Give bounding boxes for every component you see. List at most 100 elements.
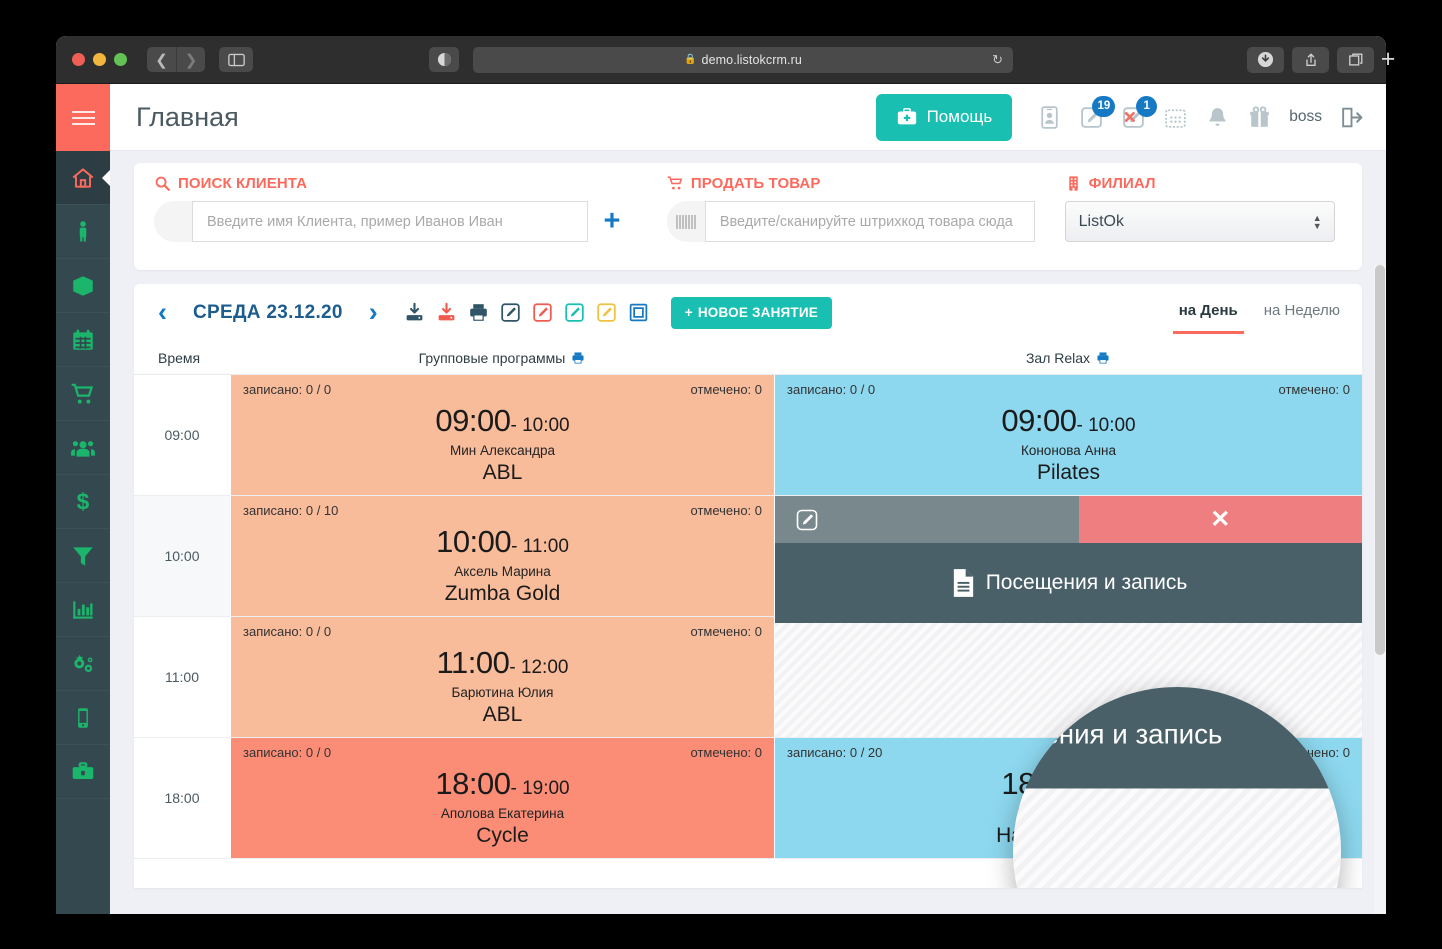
event-start: 11:00 [436, 645, 510, 680]
sidebar-item-goods[interactable] [56, 259, 110, 313]
event-end: 10:00 [522, 415, 570, 436]
tab-week[interactable]: на Неделю [1264, 302, 1340, 334]
visits-and-booking-label: Посещения и запись [985, 571, 1188, 594]
sidebar-item-funnel[interactable] [56, 529, 110, 583]
prev-day-button[interactable]: ‹ [158, 299, 167, 326]
gift-icon[interactable] [1247, 105, 1272, 130]
column-header-time: Время [158, 350, 230, 366]
sidebar-item-finance[interactable]: $ [56, 475, 110, 529]
branch-select[interactable]: ListOk ▲ ▼ [1064, 201, 1335, 242]
visits-and-booking-button[interactable]: Посещения и запись [775, 543, 1362, 623]
sidebar-item-reports[interactable] [56, 583, 110, 637]
new-lesson-label: НОВОЕ ЗАНЯТИЕ [697, 305, 818, 320]
tab-day[interactable]: на День [1172, 302, 1244, 334]
document-icon [953, 569, 973, 597]
edit-dark-glyph [501, 303, 520, 322]
calendar-glyph [1165, 108, 1187, 128]
sidebar-item-clients[interactable] [56, 205, 110, 259]
event-checked: отмечено: 0 [1278, 382, 1351, 397]
app-header: Главная Помощь 19 1 boss [110, 84, 1386, 151]
event-title: Cycle [476, 824, 529, 847]
scrollbar-thumb[interactable] [1375, 265, 1385, 655]
event-dash: - [509, 657, 521, 678]
event-booked: записано: 0 / 10 [243, 503, 339, 518]
event-booked: записано: 0 / 0 [243, 624, 332, 639]
event-end: 11:00 [522, 536, 569, 557]
event-checked: отмечено: 0 [690, 745, 763, 760]
barcode-input[interactable] [704, 201, 1035, 242]
sidebar-item-calendar[interactable] [56, 313, 110, 367]
address-bar[interactable]: 🔒 demo.listokcrm.ru ↻ [473, 46, 1013, 73]
add-client-button[interactable]: + [588, 207, 636, 236]
event-end: 19:00 [522, 778, 570, 799]
username-label: boss [1289, 108, 1322, 125]
empty-slot-cell[interactable] [774, 617, 1362, 737]
new-tab-button[interactable]: + [1374, 44, 1402, 80]
edit-teal-icon[interactable] [564, 302, 585, 323]
share-icon[interactable] [1292, 46, 1329, 73]
hamburger-menu-icon[interactable] [56, 84, 110, 151]
print-icon[interactable] [1096, 351, 1110, 365]
vertical-scrollbar[interactable] [1374, 265, 1386, 914]
schedule-row: 11:00 записано: 0 / 0 отмечено: 0 11:00-… [134, 617, 1362, 738]
id-card-icon[interactable] [1037, 105, 1062, 130]
next-day-button[interactable]: › [369, 299, 378, 326]
cancelled-note-icon[interactable]: 1 [1121, 95, 1158, 130]
shield-icon[interactable] [429, 47, 459, 72]
sidebar-item-groups[interactable] [56, 421, 110, 475]
event-cell[interactable]: записано: 0 / 0 отмечено: 0 09:00- 10:00… [774, 375, 1362, 495]
event-cell[interactable]: записано: 0 / 0 отмечено: 0 09:00- 10:00… [230, 375, 774, 495]
delete-event-button[interactable]: ✕ [1078, 496, 1362, 543]
calendar-icon[interactable] [1163, 105, 1188, 130]
event-end: 10:00 [1088, 415, 1136, 436]
event-cell[interactable]: записано: 0 / 0 отмечено: 0 18:00- 19:00… [230, 738, 774, 858]
column-header-relax-hall: Зал Relax [774, 350, 1362, 366]
bell-icon[interactable] [1205, 105, 1230, 130]
event-booked: записано: 0 / 0 [243, 382, 332, 397]
sidebar-item-settings[interactable] [56, 637, 110, 691]
download-icon[interactable] [1247, 46, 1284, 73]
print-icon[interactable] [468, 302, 489, 323]
help-button-label: Помощь [926, 107, 993, 126]
tab-overview-icon[interactable] [1337, 46, 1374, 73]
sidebar-item-briefcase[interactable] [56, 745, 110, 799]
schedule-row: 10:00 записано: 0 / 10 отмечено: 0 10:00… [134, 496, 1362, 623]
bell-glyph [1209, 107, 1226, 126]
event-cell[interactable]: записано: 0 / 10 отмечено: 0 10:00- 11:0… [230, 496, 774, 616]
event-coach: Никитина Елена [1017, 806, 1120, 821]
event-title: Hatha Yoga 60` [996, 824, 1141, 847]
event-cell[interactable]: записано: 0 / 0 отмечено: 0 11:00- 12:00… [230, 617, 774, 737]
logout-icon[interactable] [1339, 105, 1364, 130]
person-icon [79, 220, 87, 242]
header-actions: Помощь 19 1 boss [875, 93, 1364, 141]
edit-yellow-icon[interactable] [596, 302, 617, 323]
new-lesson-button[interactable]: + НОВОЕ ЗАНЯТИЕ [670, 296, 832, 329]
event-cell[interactable]: записано: 0 / 20 отмечено: 0 18:00- 19:0… [774, 738, 1362, 858]
briefcase-icon [72, 761, 94, 779]
fullscreen-icon[interactable] [628, 302, 649, 323]
shield-glyph [437, 52, 451, 67]
gift-glyph [1250, 105, 1270, 127]
cart-icon [71, 383, 94, 404]
event-checked: отмечено: 0 [1278, 745, 1351, 760]
edit-note-icon[interactable]: 19 [1079, 95, 1116, 130]
print-icon[interactable] [571, 351, 585, 365]
edit-red-icon[interactable] [532, 302, 553, 323]
event-checked: отмечено: 0 [690, 624, 763, 639]
help-button[interactable]: Помощь [875, 93, 1013, 141]
edit-event-button[interactable] [775, 496, 1079, 543]
import-icon[interactable] [404, 302, 425, 323]
sidebar-item-mobile[interactable] [56, 691, 110, 745]
client-search-input[interactable] [192, 201, 588, 242]
sidebar-item-sales[interactable] [56, 367, 110, 421]
download-glyph [1257, 51, 1274, 68]
event-cell-hovered[interactable]: записано: 0 / 15 отмечено: 0 10:00- 11:0… [774, 496, 1362, 623]
export-icon[interactable] [436, 302, 457, 323]
client-search-row: + [154, 201, 642, 242]
sell-goods-row [666, 201, 1045, 242]
reload-icon[interactable]: ↻ [992, 52, 1003, 68]
close-icon: ✕ [1210, 506, 1231, 533]
app-content: Главная Помощь 19 1 boss ПОИСК КЛИЕНТА В… [110, 84, 1386, 914]
edit-dark-icon[interactable] [500, 302, 521, 323]
sidebar-item-home[interactable] [56, 151, 110, 205]
